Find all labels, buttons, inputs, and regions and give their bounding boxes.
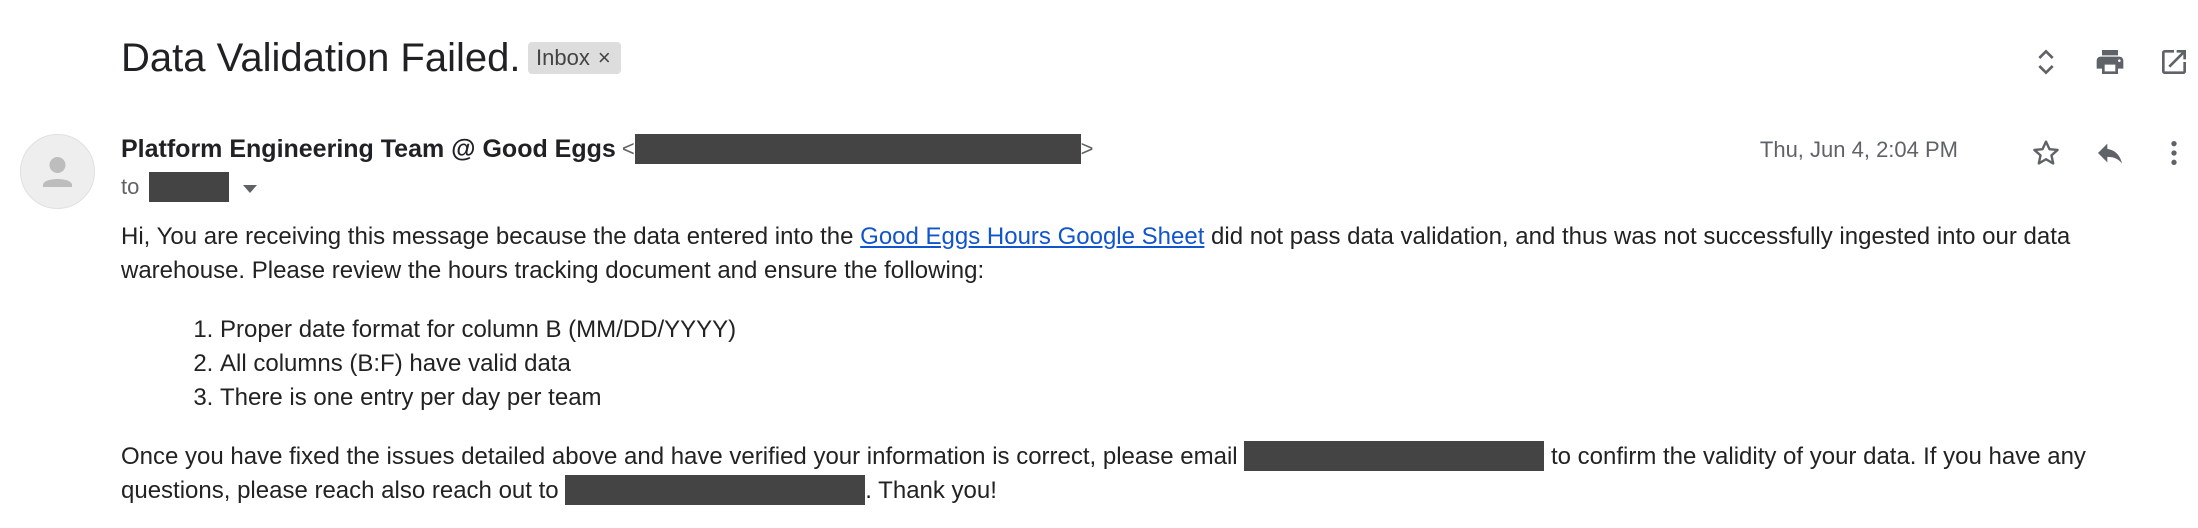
sender-avatar[interactable]: [20, 134, 95, 209]
redacted-sender-email: [634, 134, 1081, 164]
remove-label-icon[interactable]: ×: [598, 47, 611, 69]
closing-paragraph: Once you have fixed the issues detailed …: [121, 440, 2176, 508]
expand-all-button[interactable]: [2022, 38, 2070, 86]
sender-line: Platform Engineering Team @ Good Eggs < …: [121, 134, 1094, 164]
reply-button[interactable]: [2086, 129, 2134, 177]
redacted-recipient: [149, 172, 230, 202]
closing-text-1: Once you have fixed the issues detailed …: [121, 443, 1245, 470]
message-actions: [2006, 129, 2198, 177]
inbox-label-text: Inbox: [536, 45, 590, 70]
intro-paragraph: Hi, You are receiving this message becau…: [121, 220, 2176, 288]
sender-email: < >: [622, 134, 1094, 164]
recipient-line: to: [121, 172, 258, 202]
more-options-button[interactable]: [2150, 129, 2198, 177]
email-subject: Data Validation Failed.: [121, 36, 521, 80]
star-button[interactable]: [2022, 129, 2070, 177]
intro-text-before-link: Hi, You are receiving this message becau…: [121, 223, 861, 250]
sender-name[interactable]: Platform Engineering Team @ Good Eggs: [121, 135, 616, 164]
message-date: Thu, Jun 4, 2:04 PM: [1759, 137, 1958, 162]
list-item: Proper date format for column B (MM/DD/Y…: [220, 313, 2176, 347]
open-in-new-window-icon: [2162, 50, 2186, 74]
requirements-list: Proper date format for column B (MM/DD/Y…: [121, 313, 2176, 415]
to-prefix: to: [121, 174, 140, 199]
person-icon: [43, 157, 72, 187]
list-item: There is one entry per day per team: [220, 381, 2176, 415]
message-body: Hi, You are receiving this message becau…: [121, 220, 2176, 508]
print-all-button[interactable]: [2086, 38, 2134, 86]
google-sheet-link[interactable]: Good Eggs Hours Google Sheet: [860, 223, 1204, 250]
expand-collapse-icon: [2038, 49, 2054, 75]
redacted-support-email: [565, 475, 866, 505]
open-new-window-button[interactable]: [2150, 38, 2198, 86]
more-options-icon: [2171, 141, 2177, 165]
list-item: All columns (B:F) have valid data: [220, 347, 2176, 381]
reply-icon: [2098, 143, 2122, 164]
redacted-contact-email: [1244, 441, 1545, 471]
closing-text-3: . Thank you!: [865, 477, 997, 504]
print-icon: [2096, 50, 2124, 74]
thread-toolbar: [2006, 38, 2198, 86]
show-details-chevron-icon[interactable]: [243, 185, 258, 193]
inbox-label-chip[interactable]: Inbox ×: [528, 42, 621, 74]
email-open-bracket: <: [621, 136, 635, 161]
email-close-bracket: >: [1080, 136, 1094, 161]
star-icon: [2033, 140, 2059, 165]
